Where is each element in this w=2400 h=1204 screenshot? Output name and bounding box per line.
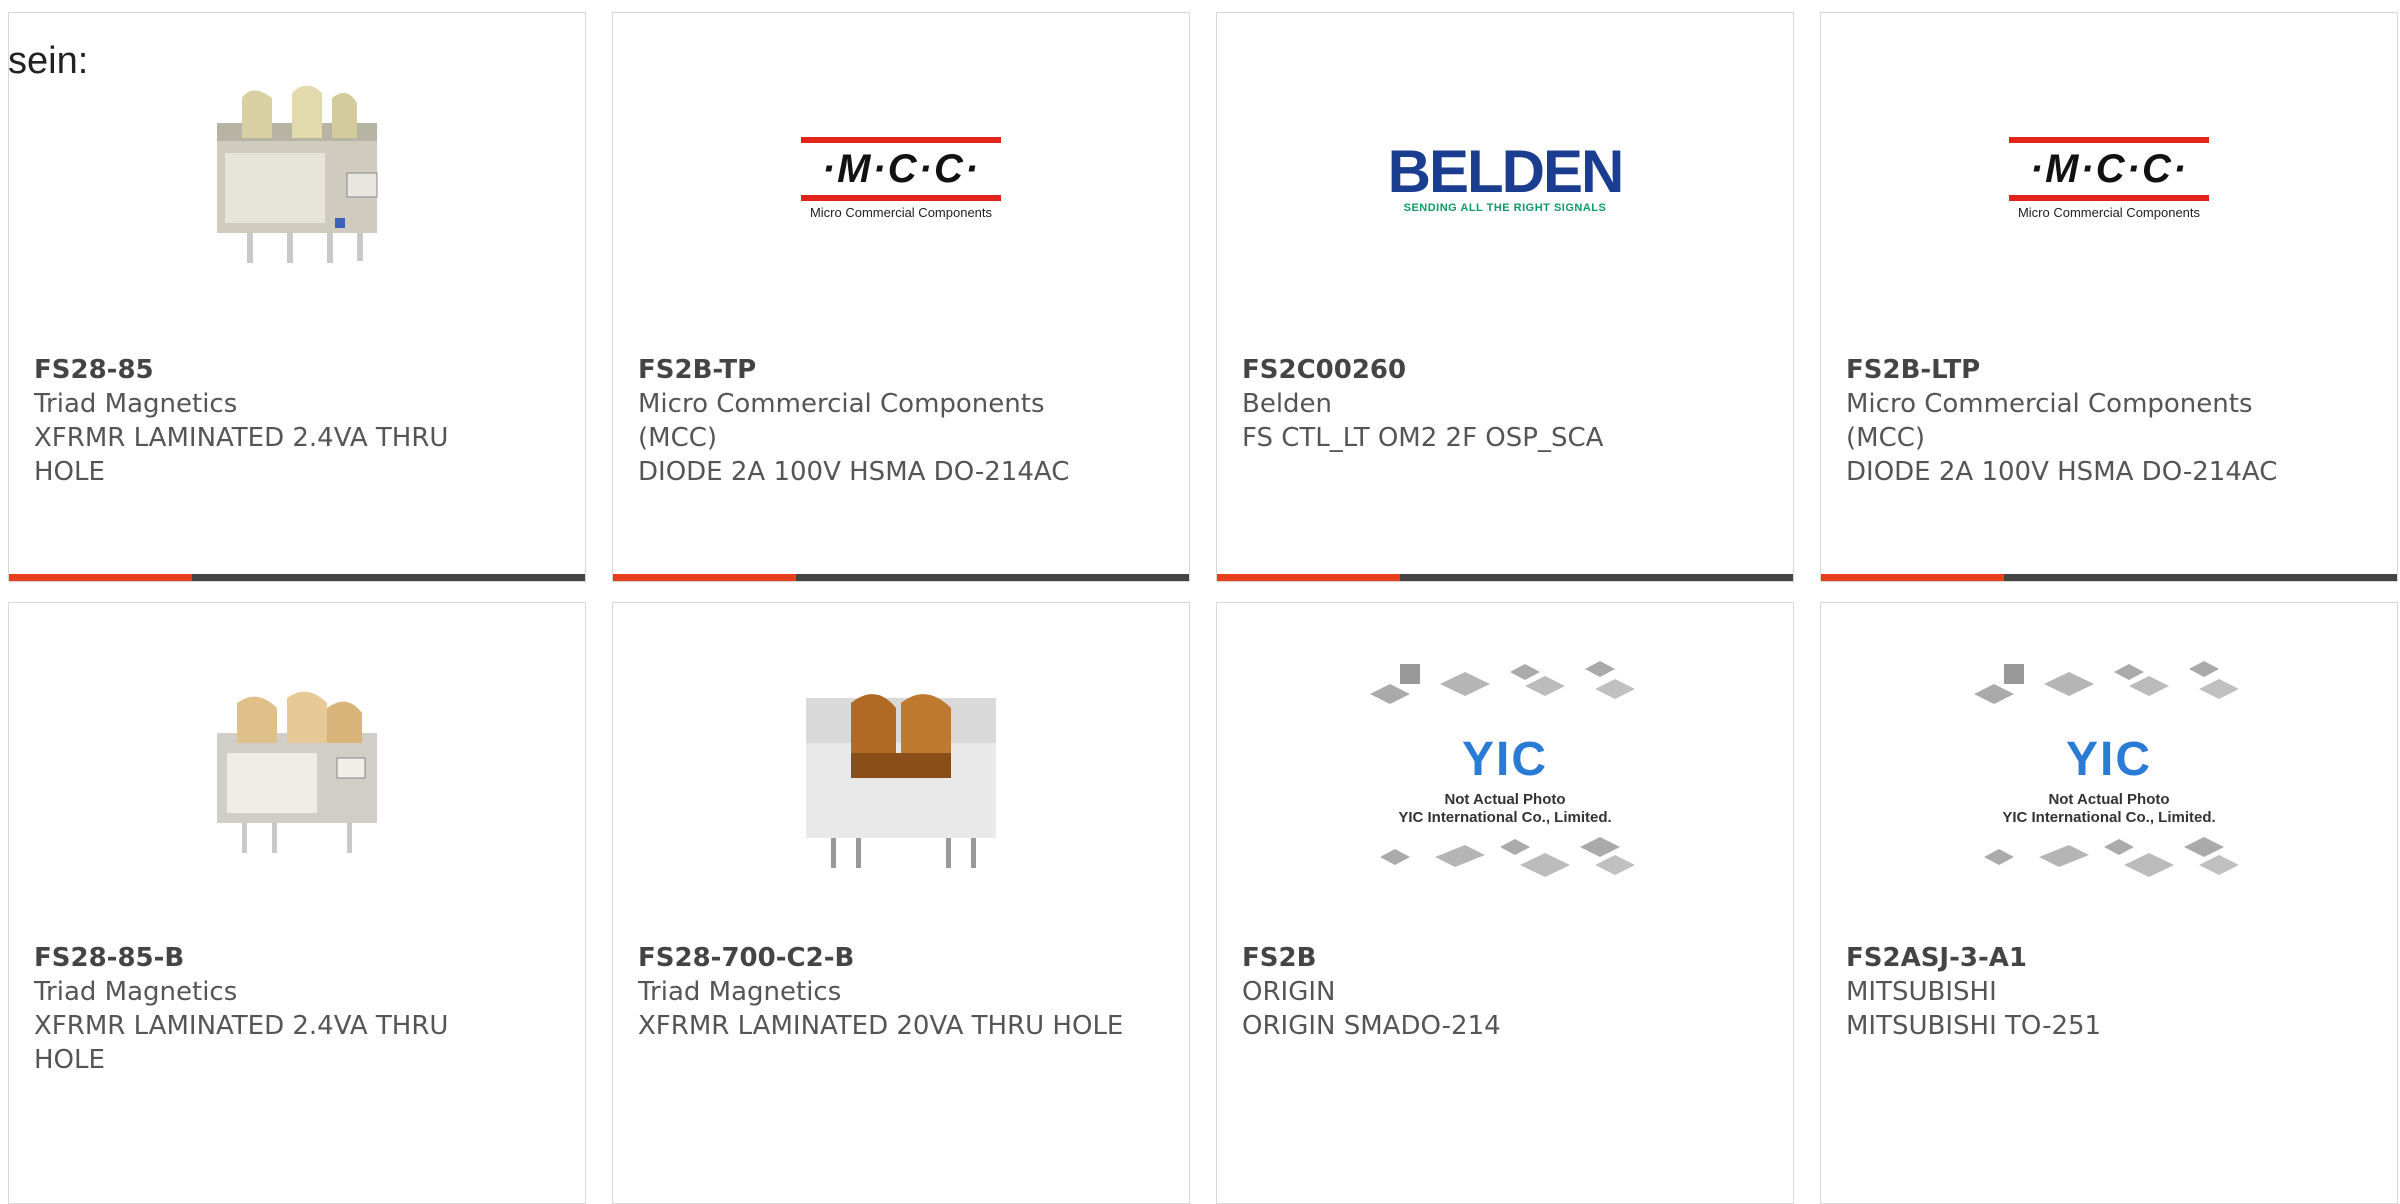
transformer-photo-icon: [217, 691, 377, 853]
part-number[interactable]: FS28-85-B: [34, 941, 525, 975]
accent-bar: [1821, 574, 2004, 581]
product-image[interactable]: ·M·C·C· Micro Commercial Components: [613, 73, 1189, 283]
product-card[interactable]: FS28-85 Triad Magnetics XFRMR LAMINATED …: [8, 12, 586, 582]
product-image[interactable]: [613, 663, 1189, 883]
chip-cluster-icon: [1380, 837, 1635, 877]
mcc-logo-icon: ·M·C·C· Micro Commercial Components: [801, 136, 1001, 220]
card-divider: [1821, 574, 2397, 581]
accent-bar: [9, 574, 192, 581]
belden-logo-icon: BELDEN SENDING ALL THE RIGHT SIGNALS: [1387, 138, 1625, 215]
product-image[interactable]: YIC Not Actual Photo YIC International C…: [1217, 661, 1793, 883]
manufacturer: MITSUBISHI: [1846, 977, 1997, 1007]
product-card[interactable]: YIC Not Actual Photo YIC International C…: [1216, 602, 1794, 1204]
description: FS CTL_LT OM2 2F OSP_SCA: [1242, 423, 1604, 453]
manufacturer: Micro Commercial Components (MCC): [638, 389, 1045, 453]
manufacturer: ORIGIN: [1242, 977, 1336, 1007]
manufacturer: Triad Magnetics: [34, 977, 238, 1007]
manufacturer: Triad Magnetics: [638, 977, 842, 1007]
transformer-photo-icon: [217, 85, 378, 263]
manufacturer: Triad Magnetics: [34, 389, 238, 419]
product-grid: FS28-85 Triad Magnetics XFRMR LAMINATED …: [8, 12, 2398, 1204]
product-image[interactable]: [9, 73, 585, 283]
part-number[interactable]: FS2ASJ-3-A1: [1846, 941, 2337, 975]
description: ORIGIN SMADO-214: [1242, 1011, 1501, 1041]
description: XFRMR LAMINATED 2.4VA THRU HOLE: [34, 423, 449, 487]
part-number[interactable]: FS2B: [1242, 941, 1733, 975]
yic-placeholder-icon: YIC Not Actual Photo YIC International C…: [1370, 654, 1640, 892]
product-image[interactable]: [9, 663, 585, 883]
product-card[interactable]: ·M·C·C· Micro Commercial Components FS2B…: [1820, 12, 2398, 582]
product-card[interactable]: FS28-700-C2-B Triad Magnetics XFRMR LAMI…: [612, 602, 1190, 1204]
transformer-photo-icon: [806, 694, 996, 868]
description: MITSUBISHI TO-251: [1846, 1011, 2102, 1041]
manufacturer: Belden: [1242, 389, 1333, 419]
product-card[interactable]: YIC Not Actual Photo YIC International C…: [1820, 602, 2398, 1204]
product-image[interactable]: ·M·C·C· Micro Commercial Components: [1821, 73, 2397, 283]
description: XFRMR LAMINATED 20VA THRU HOLE: [638, 1011, 1124, 1041]
product-card[interactable]: BELDEN SENDING ALL THE RIGHT SIGNALS FS2…: [1216, 12, 1794, 582]
part-number[interactable]: FS28-85: [34, 353, 525, 387]
part-number[interactable]: FS2B-TP: [638, 353, 1129, 387]
product-card[interactable]: FS28-85-B Triad Magnetics XFRMR LAMINATE…: [8, 602, 586, 1204]
description: DIODE 2A 100V HSMA DO-214AC: [638, 457, 1070, 487]
card-divider: [9, 574, 585, 581]
part-number[interactable]: FS2B-LTP: [1846, 353, 2337, 387]
mcc-logo-icon: ·M·C·C· Micro Commercial Components: [2009, 136, 2209, 220]
lead-text: sein:: [8, 40, 89, 82]
card-divider: [613, 574, 1189, 581]
product-card[interactable]: ·M·C·C· Micro Commercial Components FS2B…: [612, 12, 1190, 582]
product-image[interactable]: BELDEN SENDING ALL THE RIGHT SIGNALS: [1217, 73, 1793, 283]
manufacturer: Micro Commercial Components (MCC): [1846, 389, 2253, 453]
yic-placeholder-icon: YIC Not Actual Photo YIC International C…: [1974, 654, 2244, 892]
part-number[interactable]: FS2C00260: [1242, 353, 1733, 387]
accent-bar: [613, 574, 796, 581]
accent-bar: [1217, 574, 1400, 581]
part-number[interactable]: FS28-700-C2-B: [638, 941, 1129, 975]
chip-cluster-icon: [1370, 661, 1635, 704]
description: DIODE 2A 100V HSMA DO-214AC: [1846, 457, 2278, 487]
card-divider: [1217, 574, 1793, 581]
product-image[interactable]: YIC Not Actual Photo YIC International C…: [1821, 661, 2397, 883]
chip-cluster-icon: [1984, 837, 2239, 877]
description: XFRMR LAMINATED 2.4VA THRU HOLE: [34, 1011, 449, 1075]
chip-cluster-icon: [1974, 661, 2239, 704]
